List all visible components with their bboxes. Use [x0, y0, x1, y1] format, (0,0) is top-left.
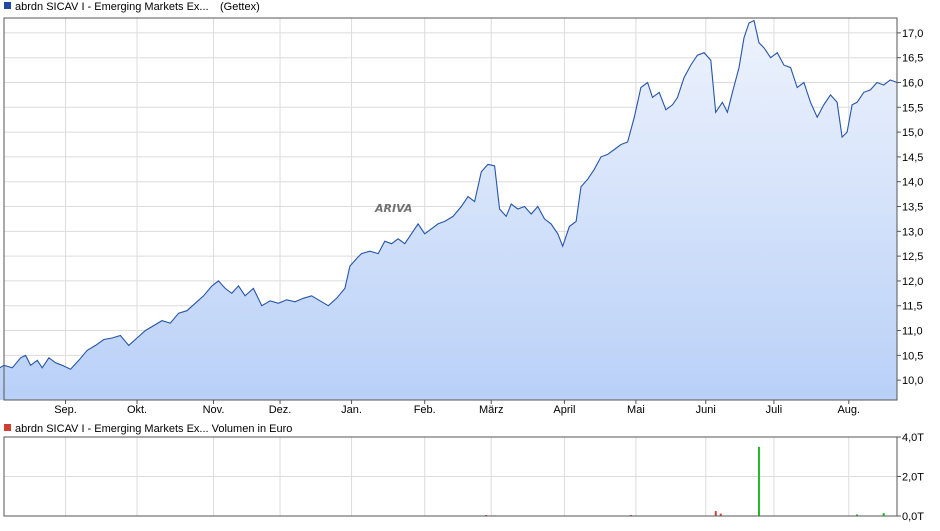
price-y-tick-label: 16,5: [902, 53, 923, 65]
price-y-tick-label: 10,5: [902, 350, 923, 362]
chart-stage: abrdn SICAV I - Emerging Markets Ex... (…: [0, 0, 940, 526]
price-y-tick-label: 11,0: [902, 326, 923, 338]
price-y-tick-label: 14,0: [902, 177, 923, 189]
price-x-tick-label: Dez.: [269, 404, 292, 416]
price-x-tick-label: März: [479, 404, 503, 416]
volume-legend-label: abrdn SICAV I - Emerging Markets Ex... V…: [15, 423, 292, 435]
price-y-tick-label: 14,5: [902, 152, 923, 164]
price-x-tick-label: Juli: [766, 404, 783, 416]
volume-bar: [757, 446, 760, 516]
price-area-fill: [0, 20, 897, 400]
volume-bar: [714, 511, 717, 516]
price-y-tick-label: 13,5: [902, 202, 923, 214]
price-y-tick-label: 11,5: [902, 301, 923, 313]
price-x-tick-label: Nov.: [203, 404, 225, 416]
volume-y-tick-label: 2,0T: [902, 472, 924, 484]
price-plot-area: ARIVA 10,0 10,5 11,0 11,5 12,0 12,5 13,0 13,5 14…: [0, 17, 923, 416]
price-x-tick-label: Mai: [627, 404, 645, 416]
volume-y-axis: 0,0T 2,0T 4,0T: [897, 432, 924, 523]
volume-y-tick-label: 0,0T: [902, 511, 924, 523]
price-y-tick-label: 12,0: [902, 276, 923, 288]
price-x-axis: Sep. Okt. Nov. Dez. Jan. Feb. März April Mai Juni…: [54, 400, 860, 416]
price-x-tick-label: Juni: [696, 404, 716, 416]
chart-svg: abrdn SICAV I - Emerging Markets Ex... (…: [0, 1, 924, 523]
price-y-tick-label: 10,0: [902, 375, 923, 387]
price-y-tick-label: 15,5: [902, 102, 923, 114]
price-y-tick-label: 13,0: [902, 226, 923, 238]
price-legend-source: (Gettex): [220, 1, 260, 13]
volume-y-tick-label: 4,0T: [902, 432, 924, 444]
price-y-tick-label: 17,0: [902, 28, 923, 40]
volume-bars: [485, 446, 885, 516]
price-x-tick-label: Okt.: [127, 404, 147, 416]
price-x-tick-label: April: [553, 404, 575, 416]
price-legend-label: abrdn SICAV I - Emerging Markets Ex...: [15, 1, 209, 13]
price-y-axis: 10,0 10,5 11,0 11,5 12,0 12,5 13,0 13,5 14,0 14,5…: [897, 28, 923, 387]
volume-plot-area: 0,0T 2,0T 4,0T: [3, 432, 924, 523]
price-x-tick-label: Sep.: [54, 404, 77, 416]
price-y-tick-label: 12,5: [902, 251, 923, 263]
watermark-logo: ARIVA: [374, 202, 412, 215]
price-x-tick-label: Jan.: [341, 404, 362, 416]
volume-legend-swatch: [4, 424, 11, 431]
volume-grid: [4, 436, 897, 517]
price-x-tick-label: Feb.: [414, 404, 436, 416]
price-legend-swatch: [4, 2, 11, 9]
price-y-tick-label: 15,0: [902, 127, 923, 139]
price-x-tick-label: Aug.: [837, 404, 860, 416]
price-y-tick-label: 16,0: [902, 77, 923, 89]
